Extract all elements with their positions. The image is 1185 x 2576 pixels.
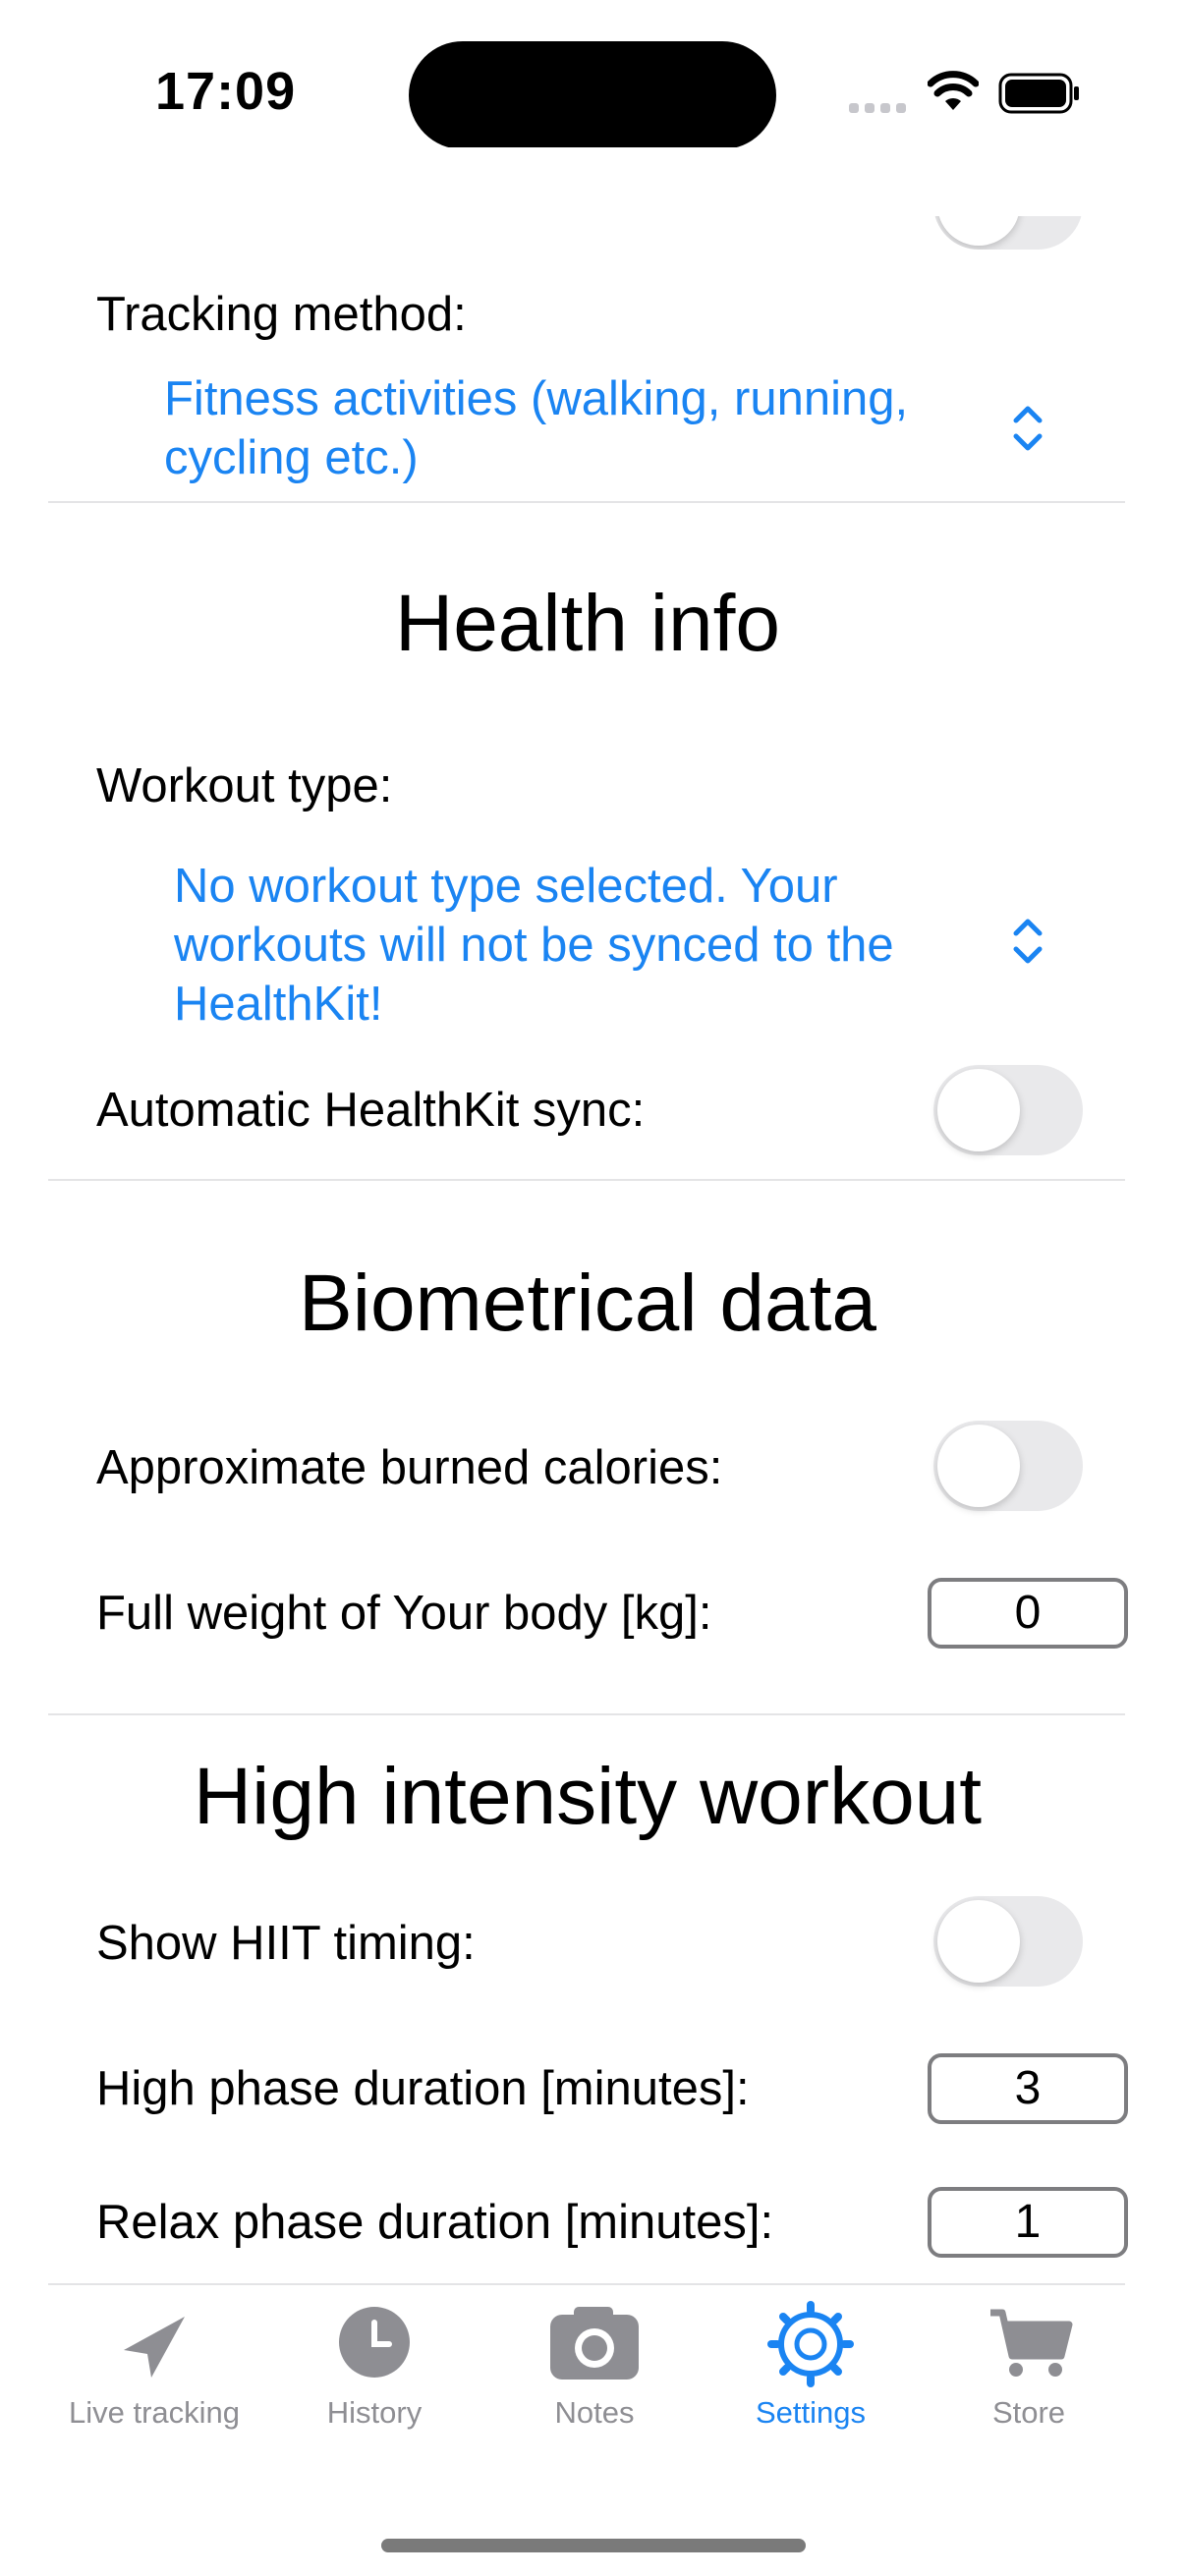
health-info-heading: Health info xyxy=(394,579,781,668)
tab-label: Store xyxy=(991,2395,1066,2430)
tracking-method-line2[interactable]: cycling etc.) xyxy=(164,428,419,487)
divider xyxy=(48,1179,1125,1181)
chevron-updown-icon[interactable] xyxy=(1008,912,1047,971)
scroll-mask xyxy=(0,147,1185,216)
battery-icon xyxy=(998,73,1079,114)
gear-icon xyxy=(767,2301,854,2387)
tab-label: Live tracking xyxy=(68,2395,241,2430)
workout-type-line1[interactable]: No workout type selected. Your xyxy=(174,857,838,916)
burned-calories-toggle[interactable] xyxy=(933,1421,1083,1511)
healthkit-sync-label: Automatic HealthKit sync: xyxy=(96,1084,646,1137)
home-indicator xyxy=(381,2539,806,2552)
divider xyxy=(48,2283,1125,2285)
show-hiit-toggle[interactable] xyxy=(933,1896,1083,1987)
workout-type-line2[interactable]: workouts will not be synced to the xyxy=(174,916,894,975)
divider xyxy=(48,501,1125,503)
body-weight-input[interactable]: 0 xyxy=(928,1578,1128,1649)
tracking-method-line1[interactable]: Fitness activities (walking, running, xyxy=(164,369,908,428)
relax-phase-input[interactable]: 1 xyxy=(928,2187,1128,2258)
body-weight-label: Full weight of Your body [kg]: xyxy=(96,1587,712,1640)
cart-icon xyxy=(990,2309,1073,2377)
biometrical-data-heading: Biometrical data xyxy=(299,1259,876,1348)
burned-calories-label: Approximate burned calories: xyxy=(96,1441,723,1494)
chevron-updown-icon[interactable] xyxy=(1008,399,1047,458)
tab-label: Notes xyxy=(554,2395,635,2430)
tab-label: Settings xyxy=(755,2395,866,2430)
dynamic-island xyxy=(409,41,776,149)
healthkit-sync-toggle[interactable] xyxy=(933,1065,1083,1155)
tab-label: History xyxy=(326,2395,423,2430)
camera-icon xyxy=(550,2307,639,2380)
workout-type-line3[interactable]: HealthKit! xyxy=(174,975,382,1034)
high-phase-label: High phase duration [minutes]: xyxy=(96,2062,750,2115)
status-time: 17:09 xyxy=(155,62,297,121)
workout-type-label: Workout type: xyxy=(96,759,393,812)
high-phase-input[interactable]: 3 xyxy=(928,2053,1128,2124)
relax-phase-label: Relax phase duration [minutes]: xyxy=(96,2196,774,2249)
wifi-icon xyxy=(928,71,979,110)
divider xyxy=(48,1713,1125,1715)
show-hiit-label: Show HIIT timing: xyxy=(96,1917,476,1970)
tracking-method-label: Tracking method: xyxy=(96,288,467,341)
clock-icon xyxy=(339,2307,410,2378)
cellular-signal-icon xyxy=(849,103,906,113)
location-arrow-icon xyxy=(124,2317,185,2378)
hiit-heading: High intensity workout xyxy=(193,1752,983,1841)
